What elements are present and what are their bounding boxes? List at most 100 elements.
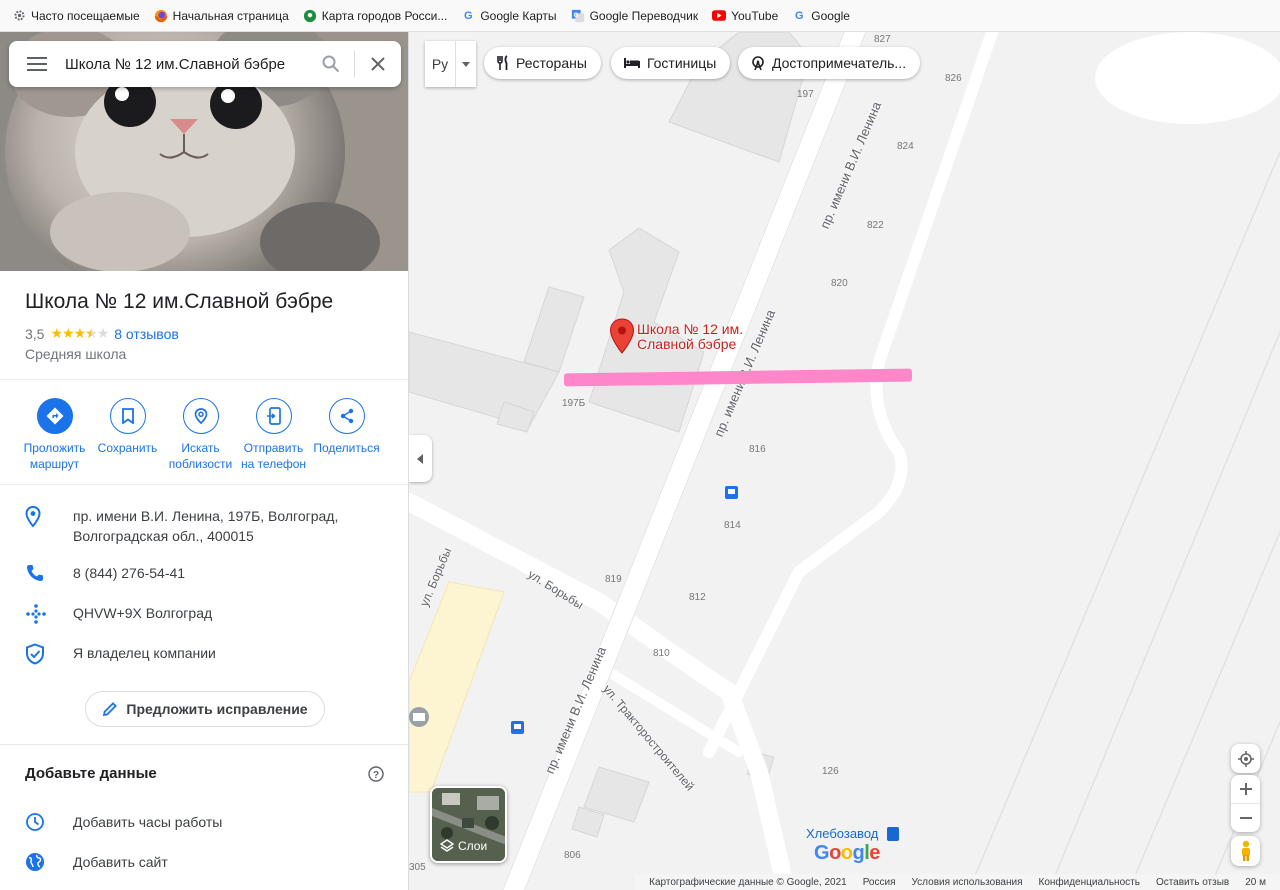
footer-privacy[interactable]: Конфиденциальность	[1039, 877, 1140, 888]
map-canvas[interactable]: Ру Рестораны Гостиницы Достопримечатель.…	[409, 32, 1280, 890]
search-input[interactable]: Школа № 12 им.Славной бэбре	[65, 56, 308, 73]
directions-circle	[36, 398, 73, 434]
firefox-icon	[154, 9, 168, 23]
house-number: 305	[409, 862, 426, 873]
plus-icon	[1239, 783, 1252, 795]
chip-label: Достопримечатель...	[772, 55, 907, 71]
bookmark-google-maps[interactable]: G Google Карты	[461, 9, 557, 23]
bookmark-google-translate[interactable]: G Google Переводчик	[571, 8, 699, 23]
collapse-panel-button[interactable]	[409, 435, 432, 482]
plus-code-row[interactable]: QHVW+9X Волгоград	[25, 603, 212, 625]
nearby-button[interactable]: Искать поблизости	[164, 398, 237, 472]
house-number: 812	[689, 592, 706, 603]
suggest-edit-label: Предложить исправление	[126, 701, 308, 717]
house-number: 826	[945, 73, 962, 84]
google-icon: G	[464, 9, 473, 22]
my-location-button[interactable]	[1231, 744, 1260, 773]
directions-button[interactable]: Проложить маршрут	[18, 398, 91, 472]
menu-button[interactable]	[9, 41, 65, 87]
bookmark-youtube[interactable]: YouTube	[712, 9, 778, 23]
rating-value: 3,5	[25, 325, 45, 342]
save-button[interactable]: Сохранить	[91, 398, 164, 472]
add-hours-row[interactable]: Добавить часы работы	[25, 812, 222, 832]
clock-icon-wrap	[25, 812, 73, 832]
bookmark-start-page[interactable]: Начальная страница	[154, 9, 289, 23]
bookmark-label: Часто посещаемые	[31, 8, 140, 23]
place-category[interactable]: Средняя школа	[25, 346, 126, 362]
house-number: 824	[897, 141, 914, 152]
house-number: 827	[874, 34, 891, 45]
scale-label[interactable]: 20 м	[1245, 877, 1266, 888]
bookmark-city-map[interactable]: Карта городов Росси...	[303, 8, 448, 23]
chip-hotels[interactable]: Гостиницы	[611, 47, 731, 79]
street-view-pegman[interactable]	[1231, 836, 1260, 866]
send-to-phone-button[interactable]: Отправить на телефон	[237, 398, 310, 472]
layers-label-wrap: Слои	[440, 839, 487, 853]
search-button[interactable]	[308, 41, 354, 87]
divider	[0, 379, 408, 380]
owner-row[interactable]: Я владелец компании	[25, 643, 216, 665]
add-website-text: Добавить сайт	[73, 854, 168, 870]
google-logo: Google	[814, 842, 880, 864]
marker-label-line-1: Школа № 12 им.	[637, 321, 744, 337]
clear-search-button[interactable]	[355, 41, 401, 87]
nearby-icon	[194, 408, 207, 425]
plus-code-icon-wrap	[25, 603, 73, 625]
layers-button[interactable]: Слои	[430, 786, 507, 863]
send-circle	[255, 398, 292, 434]
marker-label-line-2: Славной бэбре	[637, 336, 737, 352]
help-button[interactable]: ?	[368, 766, 384, 782]
bookmarks-bar: Часто посещаемые Начальная страница Карт…	[0, 0, 1280, 32]
bookmark-label: Google Переводчик	[589, 8, 699, 23]
address-line-2: Волгоградская обл., 400015	[73, 528, 254, 544]
bookmark-most-visited[interactable]: Часто посещаемые	[12, 9, 140, 23]
share-button[interactable]: Поделиться	[310, 398, 383, 472]
place-marker[interactable]	[609, 318, 635, 359]
location-pin-icon	[25, 506, 41, 528]
footer-terms[interactable]: Условия использования	[912, 877, 1023, 888]
house-number: 819	[605, 574, 622, 585]
add-website-row[interactable]: Добавить сайт	[25, 852, 168, 872]
translate-icon: G	[571, 9, 585, 23]
address-text: пр. имени В.И. Ленина, 197Б, Волгоград, …	[73, 506, 338, 546]
bed-icon	[623, 57, 641, 69]
suggest-edit-button[interactable]: Предложить исправление	[85, 691, 325, 727]
language-dropdown[interactable]	[455, 41, 476, 87]
house-number: 822	[867, 220, 884, 231]
action-label: Проложить маршрут	[23, 441, 86, 471]
gear-icon	[12, 9, 26, 23]
ferris-wheel-icon	[750, 55, 766, 71]
minus-icon	[1239, 816, 1252, 819]
address-line-1: пр. имени В.И. Ленина, 197Б, Волгоград,	[73, 508, 339, 524]
chip-restaurants[interactable]: Рестораны	[484, 47, 601, 79]
owner-text: Я владелец компании	[73, 645, 216, 661]
language-selector[interactable]: Ру	[425, 41, 476, 87]
reviews-link[interactable]: 8 отзывов	[114, 326, 179, 342]
svg-text:G: G	[573, 11, 578, 18]
chip-label: Рестораны	[516, 55, 587, 71]
place-title: Школа № 12 им.Славной бэбре	[25, 290, 334, 313]
action-label: Искать поблизости	[168, 441, 233, 471]
chip-label: Гостиницы	[647, 55, 717, 71]
pegman-icon	[1241, 840, 1250, 861]
footer-feedback[interactable]: Оставить отзыв	[1156, 877, 1229, 888]
bookmark-label: Карта городов Росси...	[321, 8, 448, 23]
address-row[interactable]: пр. имени В.И. Ленина, 197Б, Волгоград, …	[25, 506, 338, 546]
close-icon	[371, 57, 385, 71]
phone-row[interactable]: 8 (844) 276-54-41	[25, 563, 185, 583]
search-box: Школа № 12 им.Славной бэбре	[9, 41, 401, 87]
bookmark-label: Google	[811, 8, 850, 23]
bookmark-google[interactable]: G Google	[792, 9, 850, 23]
map-data-attribution: Картографические данные © Google, 2021	[649, 876, 847, 888]
shield-check-icon	[26, 643, 44, 665]
poi-bakery-label[interactable]: Хлебозавод	[806, 826, 878, 841]
footer-country[interactable]: Россия	[863, 877, 896, 888]
marker-label[interactable]: Школа № 12 им. Славной бэбре	[637, 322, 743, 352]
rating-row: 3,5 ★★★★★★ 8 отзывов	[25, 325, 179, 342]
owner-icon-wrap	[25, 643, 73, 665]
bookmark-label: Начальная страница	[172, 8, 289, 23]
chip-attractions[interactable]: Достопримечатель...	[738, 47, 921, 79]
zoom-in-button[interactable]	[1231, 776, 1260, 804]
action-label: Сохранить	[97, 441, 158, 455]
zoom-out-button[interactable]	[1231, 804, 1260, 832]
